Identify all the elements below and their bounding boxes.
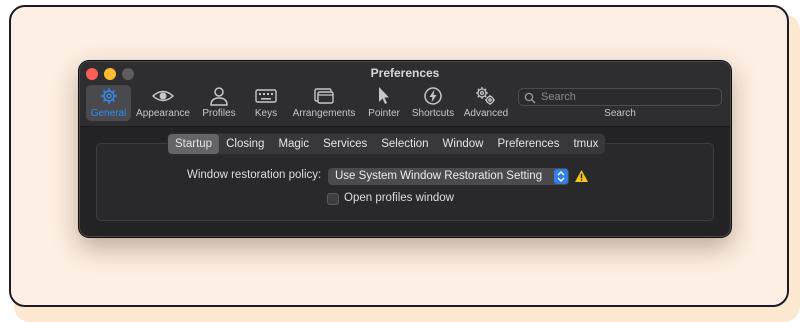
tab-services[interactable]: Services [316,134,374,154]
toolbar-arrangements-label: Arrangements [292,108,356,119]
tab-preferences[interactable]: Preferences [490,134,566,154]
tab-startup[interactable]: Startup [168,134,220,154]
search-label: Search [604,108,636,119]
gears-icon [476,87,495,105]
tab-window[interactable]: Window [436,134,491,154]
windows-icon [314,88,334,104]
tab-magic[interactable]: Magic [271,134,316,154]
toolbar-shortcuts[interactable]: Shortcuts [410,85,456,121]
toolbar-profiles-label: Profiles [202,108,236,119]
toolbar-pointer[interactable]: Pointer [364,85,404,121]
tab-closing[interactable]: Closing [219,134,271,154]
toolbar-general-label: General [90,108,127,119]
toolbar-profiles[interactable]: Profiles [198,85,240,121]
warning-icon [575,170,588,182]
toolbar-advanced[interactable]: Advanced [462,85,510,121]
open-profiles-checkbox[interactable] [327,193,339,205]
toolbar-pointer-label: Pointer [368,108,400,119]
title-bar: Preferences General Appearance Profiles … [80,62,730,127]
tab-selection[interactable]: Selection [374,134,435,154]
search-icon [524,92,536,104]
chevron-updown-icon [554,169,568,184]
search-input[interactable]: Search [518,88,722,106]
cursor-icon [379,87,389,104]
tab-tmux[interactable]: tmux [566,134,605,154]
restoration-policy-label: Window restoration policy: [187,169,322,181]
tab-bar: Startup Closing Magic Services Selection… [168,134,606,154]
toolbar-general[interactable]: General [86,85,131,121]
keyboard-icon [255,89,277,103]
preferences-window: Preferences General Appearance Profiles … [79,61,731,237]
toolbar-keys[interactable]: Keys [248,85,284,121]
toolbar-appearance[interactable]: Appearance [136,85,190,121]
gear-icon [100,88,117,104]
toolbar-appearance-label: Appearance [136,108,190,119]
restoration-policy-value: Use System Window Restoration Setting [335,170,543,182]
eye-icon [151,90,175,102]
restoration-policy-select[interactable]: Use System Window Restoration Setting [328,168,569,185]
open-profiles-label: Open profiles window [344,192,454,204]
window-title: Preferences [370,66,440,80]
toolbar-advanced-label: Advanced [463,108,509,119]
person-icon [210,87,228,106]
search-placeholder: Search [541,91,576,103]
bolt-icon [424,87,442,105]
toolbar-arrangements[interactable]: Arrangements [291,85,357,121]
toolbar-keys-label: Keys [254,108,278,119]
toolbar-shortcuts-label: Shortcuts [411,108,455,119]
